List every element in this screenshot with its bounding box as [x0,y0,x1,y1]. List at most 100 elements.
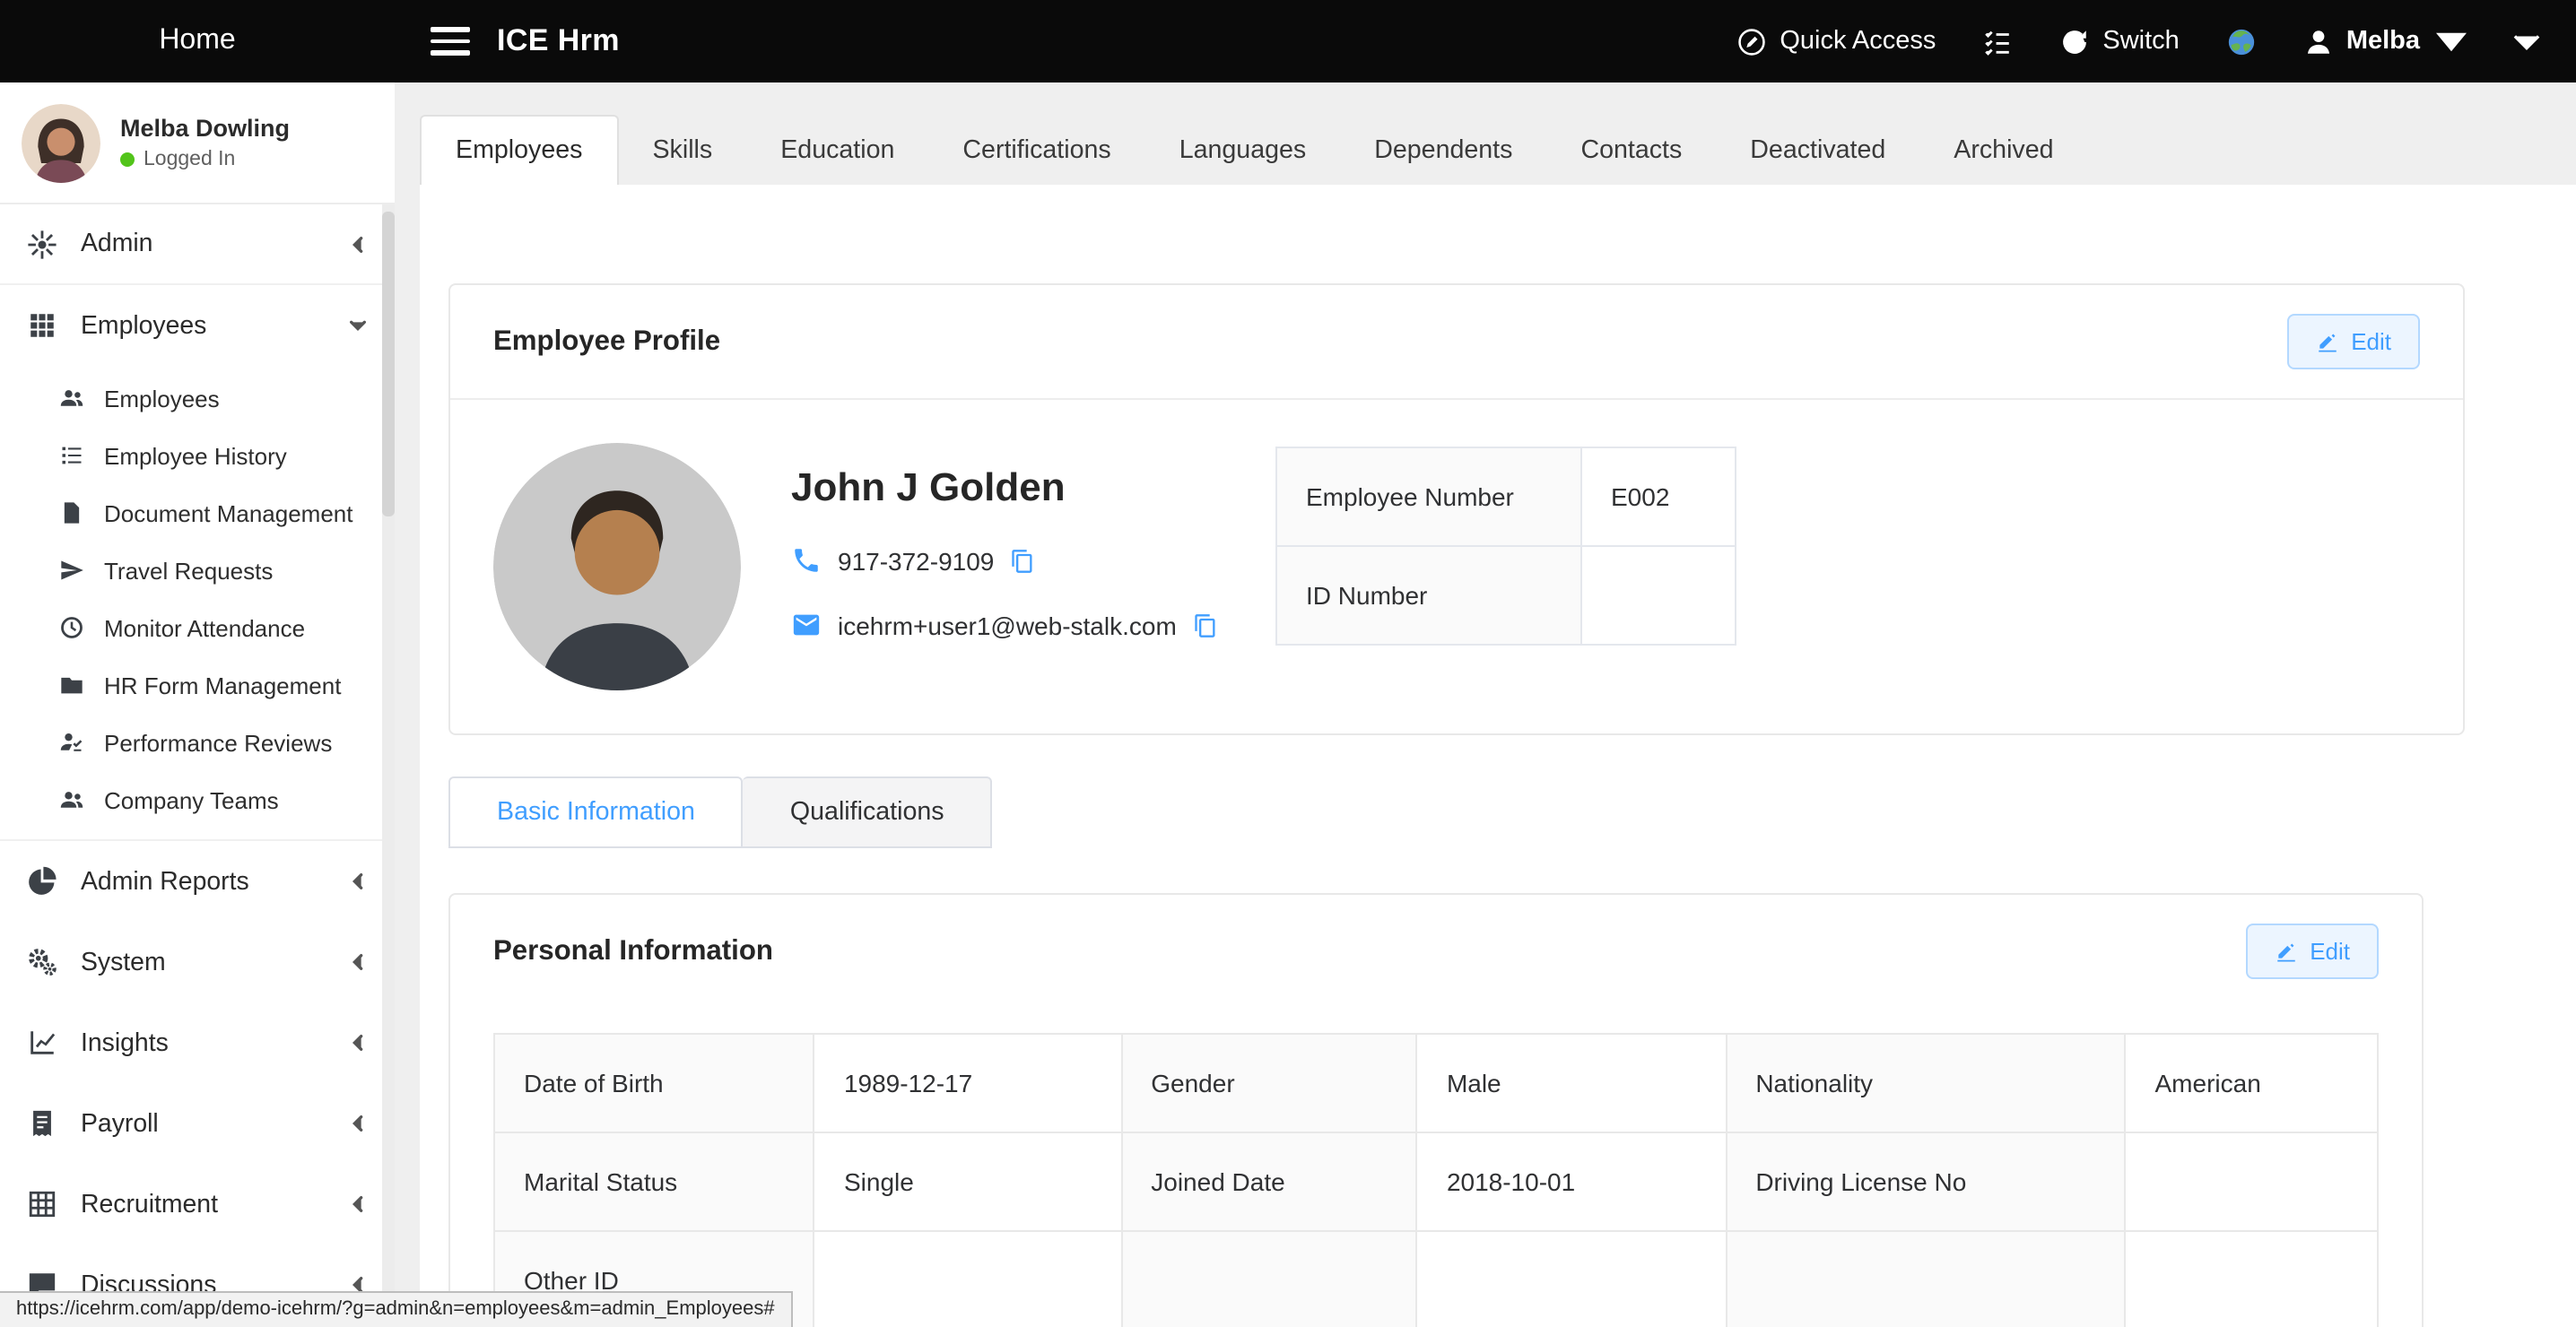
sidebar-item-label: Insights [81,1028,169,1057]
employee-name: John J Golden [791,464,1225,511]
employee-email[interactable]: icehrm+user1@web-stalk.com [838,611,1177,639]
quick-access-label: Quick Access [1780,27,1936,56]
submenu-employees[interactable]: Employees [0,369,395,427]
phone-icon [791,545,822,576]
switch-button[interactable]: Switch [2059,26,2179,56]
home-link[interactable]: Home [0,25,395,57]
email-icon [791,610,822,640]
tab-skills[interactable]: Skills [618,115,746,185]
sidebar-item-admin[interactable]: Admin [0,204,395,285]
table-row: Employee Number E002 [1276,447,1736,546]
sidebar-user-name: Melba Dowling [120,115,290,142]
paper-plane-icon [59,558,84,583]
tab-employees[interactable]: Employees [420,115,618,185]
tab-languages[interactable]: Languages [1145,115,1341,185]
field-value: Male [1417,1034,1726,1132]
sidebar-item-system[interactable]: System [0,922,395,1002]
receipt-icon [27,1108,57,1139]
field-value [2126,1132,2379,1231]
tab-dependents[interactable]: Dependents [1340,115,1546,185]
caret-down-icon [2436,26,2467,56]
field-label: Date of Birth [494,1034,814,1132]
login-status: Logged In [120,149,290,170]
copy-email-icon[interactable] [1193,612,1218,637]
submenu-item-label: Document Management [104,499,353,526]
card-title: Personal Information [493,935,773,967]
table-row: Date of Birth 1989-12-17 Gender Male Nat… [494,1034,2378,1132]
performance-icon [59,730,84,755]
people-icon [59,787,84,812]
pie-chart-icon [27,866,57,897]
edit-profile-button[interactable]: Edit [2286,314,2420,369]
edit-personal-information-button[interactable]: Edit [2245,924,2379,979]
submenu-employee-history[interactable]: Employee History [0,427,395,484]
tab-contacts[interactable]: Contacts [1546,115,1716,185]
submenu-item-label: Performance Reviews [104,729,332,756]
submenu-travel-requests[interactable]: Travel Requests [0,542,395,599]
submenu-item-label: Employees [104,385,220,412]
submenu-hr-form-management[interactable]: HR Form Management [0,656,395,714]
sidebar-scrollbar[interactable] [382,204,395,1327]
checklist-icon [1982,26,2013,56]
globe-icon [2226,26,2257,56]
document-icon [59,500,84,525]
chevron-left-icon [348,234,368,254]
hamburger-menu-icon[interactable] [431,27,470,56]
personal-information-table: Date of Birth 1989-12-17 Gender Male Nat… [493,1033,2379,1327]
field-value [814,1231,1121,1327]
field-label: Employee Number [1276,447,1581,546]
edit-button-label: Edit [2310,938,2350,965]
line-chart-icon [27,1028,57,1058]
sidebar-item-employees[interactable]: Employees [0,285,395,366]
tab-archived[interactable]: Archived [1919,115,2087,185]
sidebar-scrollbar-thumb[interactable] [382,212,395,516]
quick-access-button[interactable]: Quick Access [1736,26,1936,56]
top-bar: Home ICE Hrm Quick Access Switch [0,0,2576,82]
employee-photo [493,443,741,690]
sidebar-item-label: Recruitment [81,1190,218,1219]
field-value: 2018-10-01 [1417,1132,1726,1231]
sidebar-item-insights[interactable]: Insights [0,1002,395,1083]
tab-deactivated[interactable]: Deactivated [1716,115,1919,185]
tab-certifications[interactable]: Certifications [928,115,1144,185]
user-menu[interactable]: Melba [2303,26,2467,56]
pencil-icon [2315,330,2338,353]
field-label: Nationality [1726,1034,2125,1132]
collapse-topbar-chevron-icon[interactable] [2513,33,2540,49]
module-tabs: Employees Skills Education Certification… [420,115,2576,185]
field-label: ID Number [1276,546,1581,645]
employee-profile-card: Employee Profile Edit John J Golden [448,283,2465,735]
card-title: Employee Profile [493,325,720,358]
subtab-basic-information[interactable]: Basic Information [448,776,744,848]
sidebar-item-label: Payroll [81,1109,159,1138]
subtab-qualifications[interactable]: Qualifications [744,776,993,848]
user-name-label: Melba [2346,27,2420,56]
sidebar-item-admin-reports[interactable]: Admin Reports [0,841,395,922]
submenu-item-label: Monitor Attendance [104,614,305,641]
sidebar-item-recruitment[interactable]: Recruitment [0,1164,395,1245]
main-area: Employees Skills Education Certification… [395,82,2576,1327]
submenu-document-management[interactable]: Document Management [0,484,395,542]
field-value [1417,1231,1726,1327]
submenu-item-label: HR Form Management [104,672,341,698]
language-button[interactable] [2226,26,2257,56]
submenu-performance-reviews[interactable]: Performance Reviews [0,714,395,771]
submenu-monitor-attendance[interactable]: Monitor Attendance [0,599,395,656]
tab-education[interactable]: Education [746,115,928,185]
copy-phone-icon[interactable] [1010,548,1035,573]
sidebar-item-label: System [81,948,166,976]
employees-submenu: Employees Employee History Document Mana… [0,366,395,841]
tasks-button[interactable] [1982,26,2013,56]
chevron-left-icon [348,872,368,891]
submenu-company-teams[interactable]: Company Teams [0,771,395,828]
people-icon [59,386,84,411]
employee-profile-header: Employee Profile Edit [450,285,2463,400]
employee-phone-row: 917-372-9109 [791,545,1225,576]
chevron-left-icon [348,1114,368,1133]
personal-information-card: Personal Information Edit Date of Birth [448,893,2424,1327]
employee-phone[interactable]: 917-372-9109 [838,546,994,575]
list-icon [59,443,84,468]
field-label: Gender [1121,1034,1417,1132]
sidebar-item-payroll[interactable]: Payroll [0,1083,395,1164]
gears-icon [27,947,57,977]
